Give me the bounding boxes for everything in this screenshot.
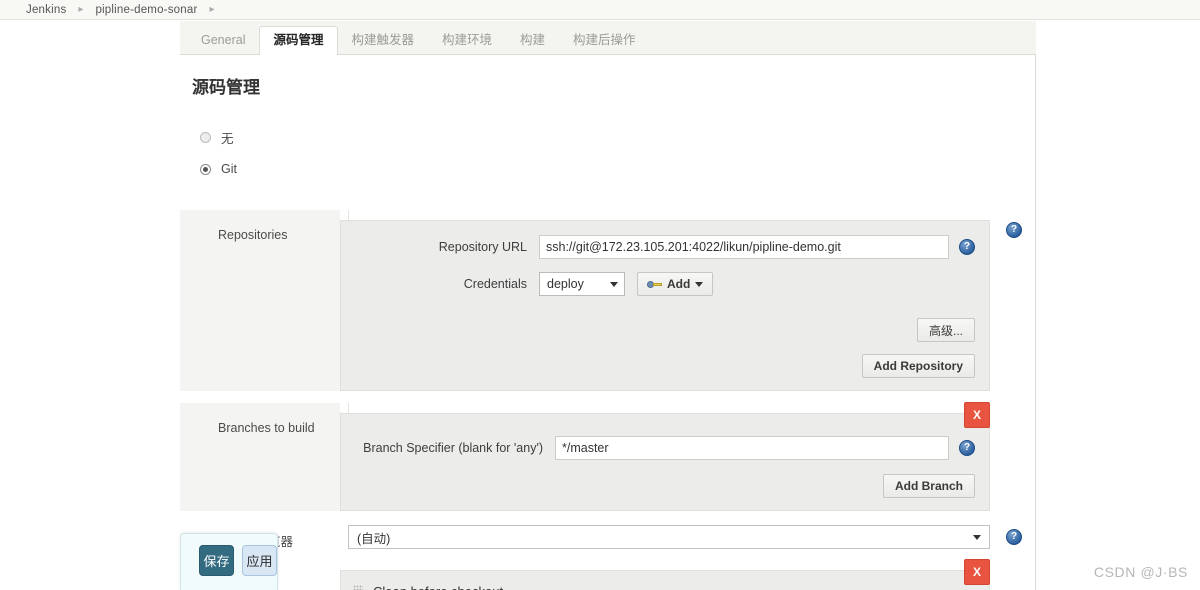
scm-option-git[interactable]: Git [200, 162, 1035, 176]
add-credentials-label: Add [667, 277, 691, 291]
config-tabbar: General 源码管理 构建触发器 构建环境 构建 构建后操作 [180, 21, 1036, 56]
chevron-down-icon [610, 282, 618, 287]
drag-handle-icon[interactable] [353, 584, 363, 590]
credentials-row: Credentials deploy Add [341, 272, 989, 296]
repositories-row: Repositories ? Repository URL ? Credenti… [180, 210, 1035, 391]
branch-specifier-help-icon[interactable]: ? [959, 440, 975, 456]
repository-url-help-icon[interactable]: ? [959, 239, 975, 255]
breadcrumb-separator-icon-2: ▸ [209, 4, 215, 15]
add-branch-button[interactable]: Add Branch [882, 474, 975, 498]
tab-post-build-actions[interactable]: 构建后操作 [559, 26, 650, 56]
branch-entry-panel: X Branch Specifier (blank for 'any') ? A… [340, 402, 990, 511]
breadcrumb-item-job[interactable]: pipline-demo-sonar [95, 4, 197, 16]
repository-browser-row: 源码库浏览器 ? (自动) [180, 525, 1035, 550]
behaviour-item-panel: X Clean before checkout [340, 559, 990, 590]
radio-none-icon[interactable] [200, 132, 211, 143]
tab-source-management[interactable]: 源码管理 [259, 25, 338, 56]
tab-build-triggers[interactable]: 构建触发器 [338, 26, 429, 56]
breadcrumb: Jenkins ▸ pipline-demo-sonar ▸ [0, 0, 1200, 20]
delete-behaviour-button[interactable]: X [964, 559, 990, 585]
radio-git-icon[interactable] [200, 163, 211, 175]
git-settings-block: Repositories ? Repository URL ? Credenti… [180, 210, 1035, 590]
add-repository-button[interactable]: Add Repository [861, 354, 975, 378]
tab-general[interactable]: General [187, 26, 259, 56]
additional-behaviours-row: Additional Behaviours ? X Clean before c… [180, 559, 1035, 590]
branch-specifier-label: Branch Specifier (blank for 'any') [363, 441, 543, 455]
breadcrumb-item-jenkins[interactable]: Jenkins [26, 4, 66, 16]
scm-option-git-label: Git [221, 162, 237, 176]
advanced-button-wrap: 高级... [341, 318, 989, 342]
repository-browser-selected-value: (自动) [357, 531, 391, 546]
page-title: 源码管理 [192, 78, 260, 97]
chevron-down-icon [973, 535, 981, 540]
branches-row: Branches to build X Branch Specifier (bl… [180, 402, 1035, 511]
repository-url-input[interactable] [539, 235, 949, 259]
apply-button[interactable]: 应用 [242, 545, 277, 576]
repository-url-row: Repository URL ? [341, 235, 989, 259]
left-empty-area [0, 21, 180, 590]
tab-build[interactable]: 构建 [506, 26, 559, 56]
delete-branch-button[interactable]: X [964, 402, 990, 428]
advanced-button[interactable]: 高级... [916, 318, 975, 342]
jenkins-job-config-page: Jenkins ▸ pipline-demo-sonar ▸ General 源… [0, 0, 1200, 590]
branches-body: X Branch Specifier (blank for 'any') ? A… [340, 402, 1035, 511]
repositories-help-icon[interactable]: ? [1006, 222, 1022, 238]
credentials-label: Credentials [463, 277, 527, 291]
branch-specifier-row: Branch Specifier (blank for 'any') ? [341, 436, 989, 460]
breadcrumb-separator-icon: ▸ [78, 4, 84, 15]
repositories-body: ? Repository URL ? Credentials deploy [340, 210, 1035, 391]
list-item: Clean before checkout [341, 571, 989, 590]
scm-option-none[interactable]: 无 [200, 128, 1035, 147]
branches-label: Branches to build [180, 403, 340, 511]
tab-build-environment[interactable]: 构建环境 [428, 26, 506, 56]
key-icon [647, 279, 662, 290]
scm-option-none-label: 无 [221, 132, 234, 146]
watermark: CSDN @J·BS [1093, 564, 1188, 580]
repository-browser-select[interactable]: (自动) [348, 525, 990, 549]
save-bar: 保存 应用 [180, 533, 278, 590]
add-repository-button-wrap: Add Repository [341, 354, 989, 378]
add-branch-button-wrap: Add Branch [341, 474, 989, 498]
repositories-label: Repositories [180, 210, 340, 391]
branch-specifier-input[interactable] [555, 436, 949, 460]
repository-browser-help-icon[interactable]: ? [1006, 529, 1022, 545]
repository-entry-panel: Repository URL ? Credentials deploy [340, 220, 990, 391]
right-empty-area [1036, 21, 1200, 590]
behaviour-name: Clean before checkout [373, 584, 503, 590]
source-management-panel: 源码管理 无 Git Repositories ? Repository URL [180, 55, 1036, 590]
chevron-down-icon [695, 281, 704, 287]
credentials-select[interactable]: deploy [539, 272, 625, 296]
credentials-selected-value: deploy [547, 277, 584, 291]
add-credentials-button[interactable]: Add [637, 272, 714, 296]
additional-behaviours-body: ? X Clean before checkout Add [340, 559, 1035, 590]
repository-url-label: Repository URL [438, 240, 527, 254]
repository-browser-body: ? (自动) [340, 525, 1035, 550]
save-button[interactable]: 保存 [199, 545, 234, 576]
